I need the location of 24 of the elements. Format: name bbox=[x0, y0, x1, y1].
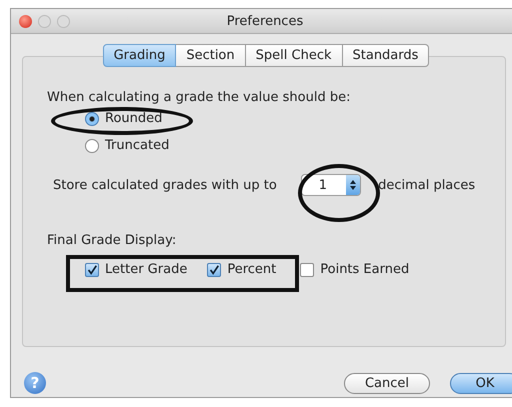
checkbox-label[interactable]: Percent bbox=[227, 262, 276, 277]
checkbox[interactable] bbox=[207, 262, 222, 276]
tab[interactable]: Grading bbox=[102, 44, 176, 67]
decimals-suffix: decimal places bbox=[378, 178, 476, 192]
stepper-arrows-icon[interactable] bbox=[346, 175, 360, 195]
checkbox-label[interactable]: Points Earned bbox=[320, 262, 410, 277]
checkbox[interactable] bbox=[85, 262, 99, 276]
close-icon[interactable] bbox=[19, 14, 32, 28]
cancel-button[interactable]: Cancel bbox=[344, 372, 430, 394]
decimals-label: Store calculated grades with up to bbox=[53, 178, 277, 192]
window-title: Preferences bbox=[226, 14, 304, 28]
checkbox-label[interactable]: Letter Grade bbox=[105, 262, 188, 277]
radio-label[interactable]: Rounded bbox=[105, 111, 162, 126]
tab[interactable]: Spell Check bbox=[246, 44, 342, 67]
final-grade-label: Final Grade Display: bbox=[47, 233, 176, 248]
ok-button[interactable]: OK bbox=[450, 372, 512, 394]
radio-label[interactable]: Truncated bbox=[105, 138, 170, 153]
radio-button[interactable] bbox=[85, 112, 99, 126]
radio-button[interactable] bbox=[85, 138, 99, 152]
decimal-stepper[interactable]: 1 bbox=[300, 174, 362, 196]
checkbox[interactable] bbox=[300, 262, 314, 276]
tab[interactable]: Standards bbox=[342, 44, 430, 67]
rounding-label: When calculating a grade the value should be: bbox=[47, 90, 350, 105]
tab[interactable]: Section bbox=[176, 44, 246, 67]
